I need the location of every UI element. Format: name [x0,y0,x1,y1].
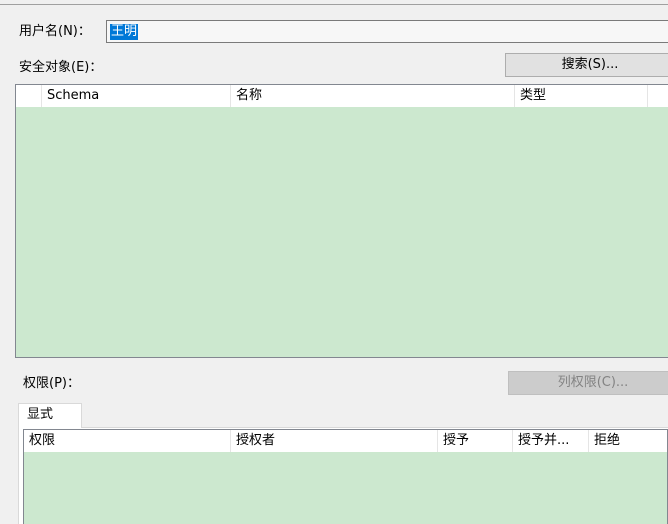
permissions-column-grantor[interactable]: 授权者 [231,430,438,452]
username-label: 用户名(N)： [19,24,91,39]
permissions-label: 权限(P)： [23,376,80,391]
securables-grid[interactable]: Schema 名称 类型 [15,84,668,358]
user-securables-page: 用户名(N)： 王明 安全对象(E)： 搜索(S)... Schema 名称 类… [0,0,668,524]
securables-grid-header: Schema 名称 类型 [16,85,668,107]
search-button[interactable]: 搜索(S)... [505,53,668,77]
permissions-column-grant[interactable]: 授予 [438,430,513,452]
securables-label: 安全对象(E)： [19,60,103,75]
permissions-grid[interactable]: 权限 授权者 授予 授予并... 拒绝 [23,429,668,524]
securables-column-name[interactable]: 名称 [231,85,515,107]
permissions-column-with-grant[interactable]: 授予并... [513,430,589,452]
username-input[interactable]: 王明 [106,20,668,43]
securables-column-schema[interactable]: Schema [42,85,231,107]
permissions-grid-header: 权限 授权者 授予 授予并... 拒绝 [24,430,667,452]
permissions-column-permission[interactable]: 权限 [24,430,231,452]
column-permissions-button[interactable]: 列权限(C)... [508,371,668,395]
top-divider [0,4,668,5]
securables-column-icon[interactable] [16,85,42,107]
username-value: 王明 [110,24,139,40]
securables-column-type[interactable]: 类型 [515,85,648,107]
tab-explicit[interactable]: 显式 [18,403,82,428]
permissions-column-deny[interactable]: 拒绝 [589,430,667,452]
